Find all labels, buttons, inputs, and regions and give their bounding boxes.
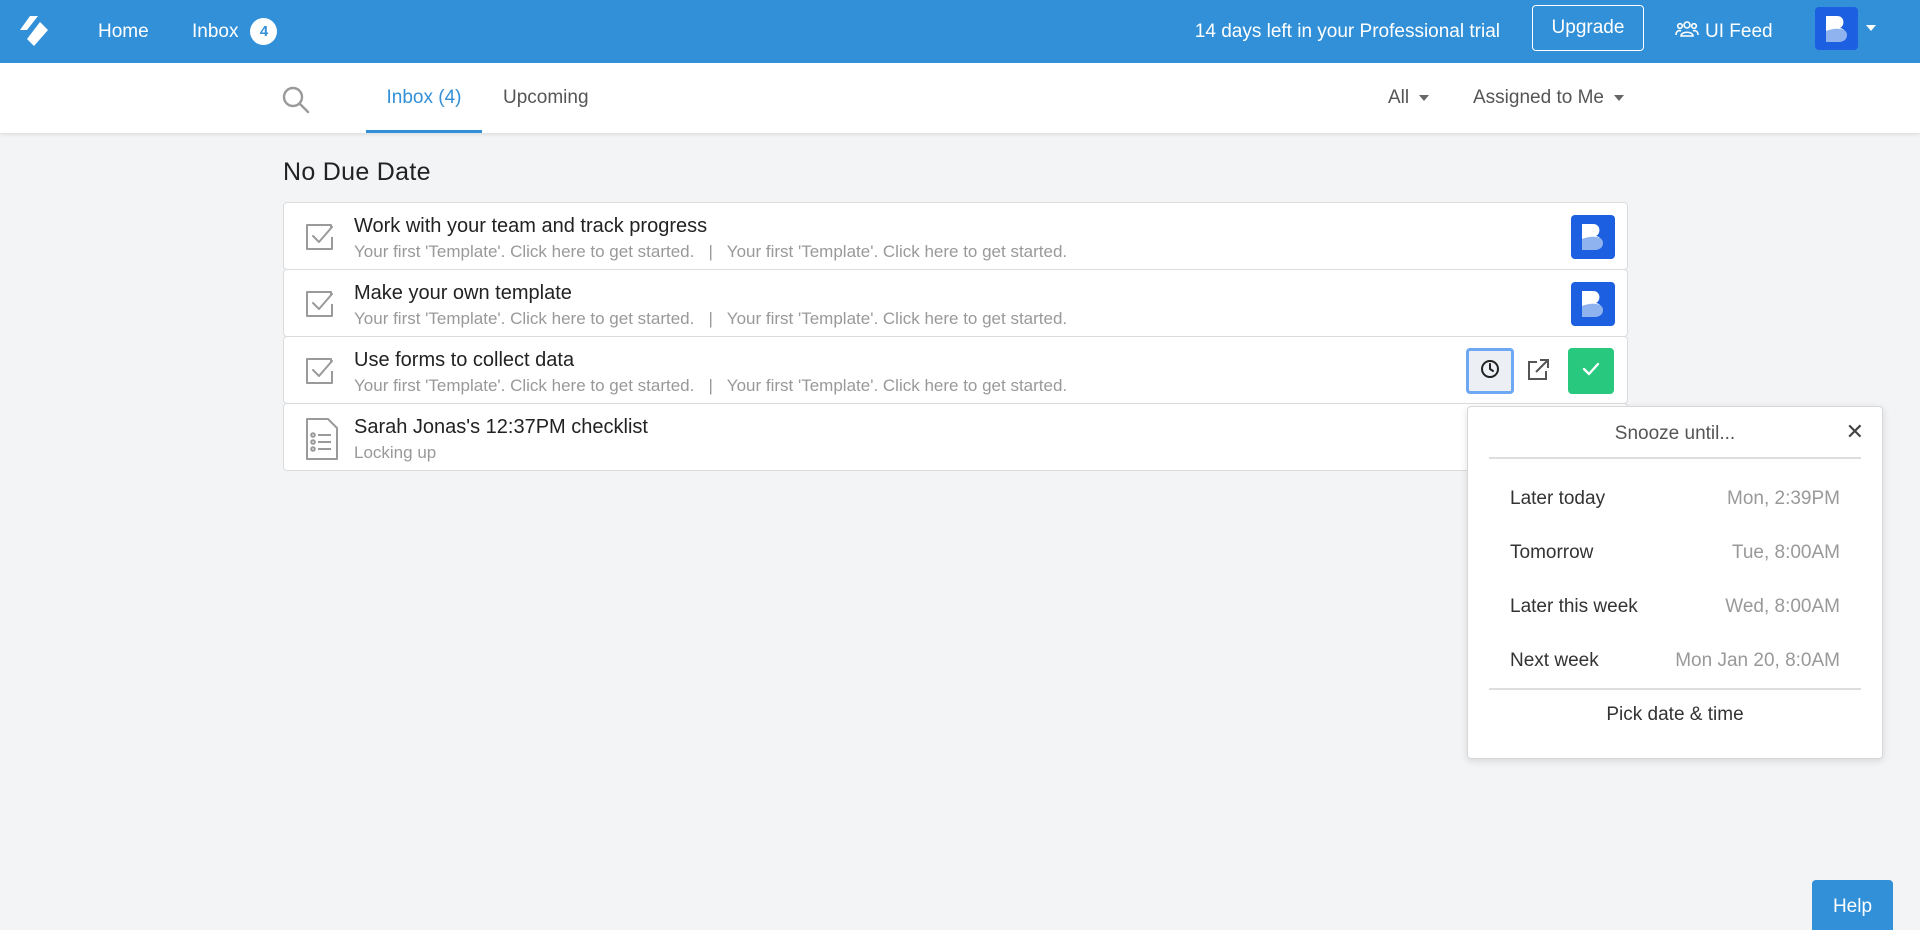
app-logo-icon[interactable] — [16, 12, 52, 48]
task-subtitle: Locking up — [354, 443, 437, 462]
task-row[interactable]: Sarah Jonas's 12:37PM checklist Locking … — [283, 403, 1628, 471]
user-avatar-icon[interactable] — [1815, 7, 1858, 50]
inbox-subnav: Inbox (4) Upcoming All Assigned to Me — [0, 63, 1920, 133]
filter-all-label: All — [1388, 87, 1410, 108]
upgrade-button[interactable]: Upgrade — [1532, 5, 1644, 51]
snooze-option-next-week[interactable]: Next week Mon Jan 20, 8:0AM — [1489, 634, 1861, 688]
divider — [1489, 457, 1861, 459]
help-button[interactable]: Help — [1812, 880, 1893, 930]
snooze-button[interactable] — [1466, 348, 1514, 394]
nav-home-label: Home — [98, 20, 149, 42]
tab-inbox[interactable]: Inbox (4) — [366, 63, 482, 133]
snooze-option-time: Mon Jan 20, 8:0AM — [1675, 650, 1840, 671]
checkmark-icon — [1581, 361, 1601, 382]
checkbox-task-icon — [304, 355, 336, 392]
snooze-option-time: Mon, 2:39PM — [1727, 488, 1840, 509]
task-title: Work with your team and track progress — [354, 215, 708, 237]
snooze-option-tomorrow[interactable]: Tomorrow Tue, 8:00AM — [1489, 526, 1861, 580]
task-title: Sarah Jonas's 12:37PM checklist — [354, 416, 648, 438]
filter-assigned-dropdown[interactable]: Assigned to Me — [1473, 63, 1624, 133]
nav-home-link[interactable]: Home — [98, 0, 149, 63]
search-icon[interactable] — [281, 85, 311, 120]
checklist-document-icon — [304, 416, 340, 467]
caret-down-icon — [1419, 95, 1430, 101]
top-navbar: Home Inbox 4 14 days left in your Profes… — [0, 0, 1920, 63]
snooze-option-later-today[interactable]: Later today Mon, 2:39PM — [1489, 472, 1861, 526]
task-title: Make your own template — [354, 282, 572, 304]
pick-date-time-button[interactable]: Pick date & time — [1468, 704, 1882, 726]
users-icon — [1675, 19, 1705, 45]
open-in-new-icon[interactable] — [1525, 357, 1551, 388]
snooze-option-later-this-week[interactable]: Later this week Wed, 8:00AM — [1489, 580, 1861, 634]
task-list: Work with your team and track progress Y… — [283, 202, 1628, 471]
trial-status-text: 14 days left in your Professional trial — [1194, 20, 1500, 42]
ui-feed-link[interactable]: UI Feed — [1675, 0, 1773, 63]
task-title: Use forms to collect data — [354, 349, 575, 371]
inbox-count-badge: 4 — [250, 18, 278, 45]
caret-down-icon — [1613, 95, 1624, 101]
snooze-option-label: Tomorrow — [1510, 542, 1594, 563]
snooze-option-label: Later this week — [1510, 596, 1638, 617]
snooze-option-label: Next week — [1510, 650, 1599, 671]
task-subtitle: Your first 'Template'. Click here to get… — [354, 376, 1068, 395]
task-row[interactable]: Make your own template Your first 'Templ… — [283, 269, 1628, 337]
clock-icon — [1479, 358, 1501, 385]
checkbox-task-icon — [304, 288, 336, 325]
task-row[interactable]: Work with your team and track progress Y… — [283, 202, 1628, 270]
assignee-avatar-icon — [1571, 215, 1615, 259]
filter-all-dropdown[interactable]: All — [1388, 63, 1430, 133]
assignee-avatar-icon — [1571, 282, 1615, 326]
snooze-popover-title: Snooze until... — [1614, 423, 1736, 444]
snooze-option-time: Wed, 8:00AM — [1725, 596, 1840, 617]
task-subtitle: Your first 'Template'. Click here to get… — [354, 309, 1068, 328]
filter-assigned-label: Assigned to Me — [1473, 87, 1604, 108]
snooze-option-label: Later today — [1510, 488, 1606, 509]
section-title: No Due Date — [283, 158, 431, 186]
divider — [1489, 688, 1861, 690]
snooze-popover: Snooze until... ✕ Later today Mon, 2:39P… — [1467, 406, 1883, 759]
nav-inbox-link[interactable]: Inbox 4 — [192, 0, 278, 63]
close-icon[interactable]: ✕ — [1846, 421, 1864, 443]
complete-button[interactable] — [1568, 348, 1614, 394]
ui-feed-label: UI Feed — [1705, 20, 1773, 42]
checkbox-task-icon — [304, 221, 336, 258]
nav-inbox-label: Inbox — [192, 20, 239, 42]
task-subtitle: Your first 'Template'. Click here to get… — [354, 242, 1068, 261]
user-menu-caret-icon[interactable] — [1866, 25, 1876, 31]
snooze-option-time: Tue, 8:00AM — [1731, 542, 1840, 563]
task-row[interactable]: Use forms to collect data Your first 'Te… — [283, 336, 1628, 404]
tab-upcoming[interactable]: Upcoming — [503, 63, 589, 133]
